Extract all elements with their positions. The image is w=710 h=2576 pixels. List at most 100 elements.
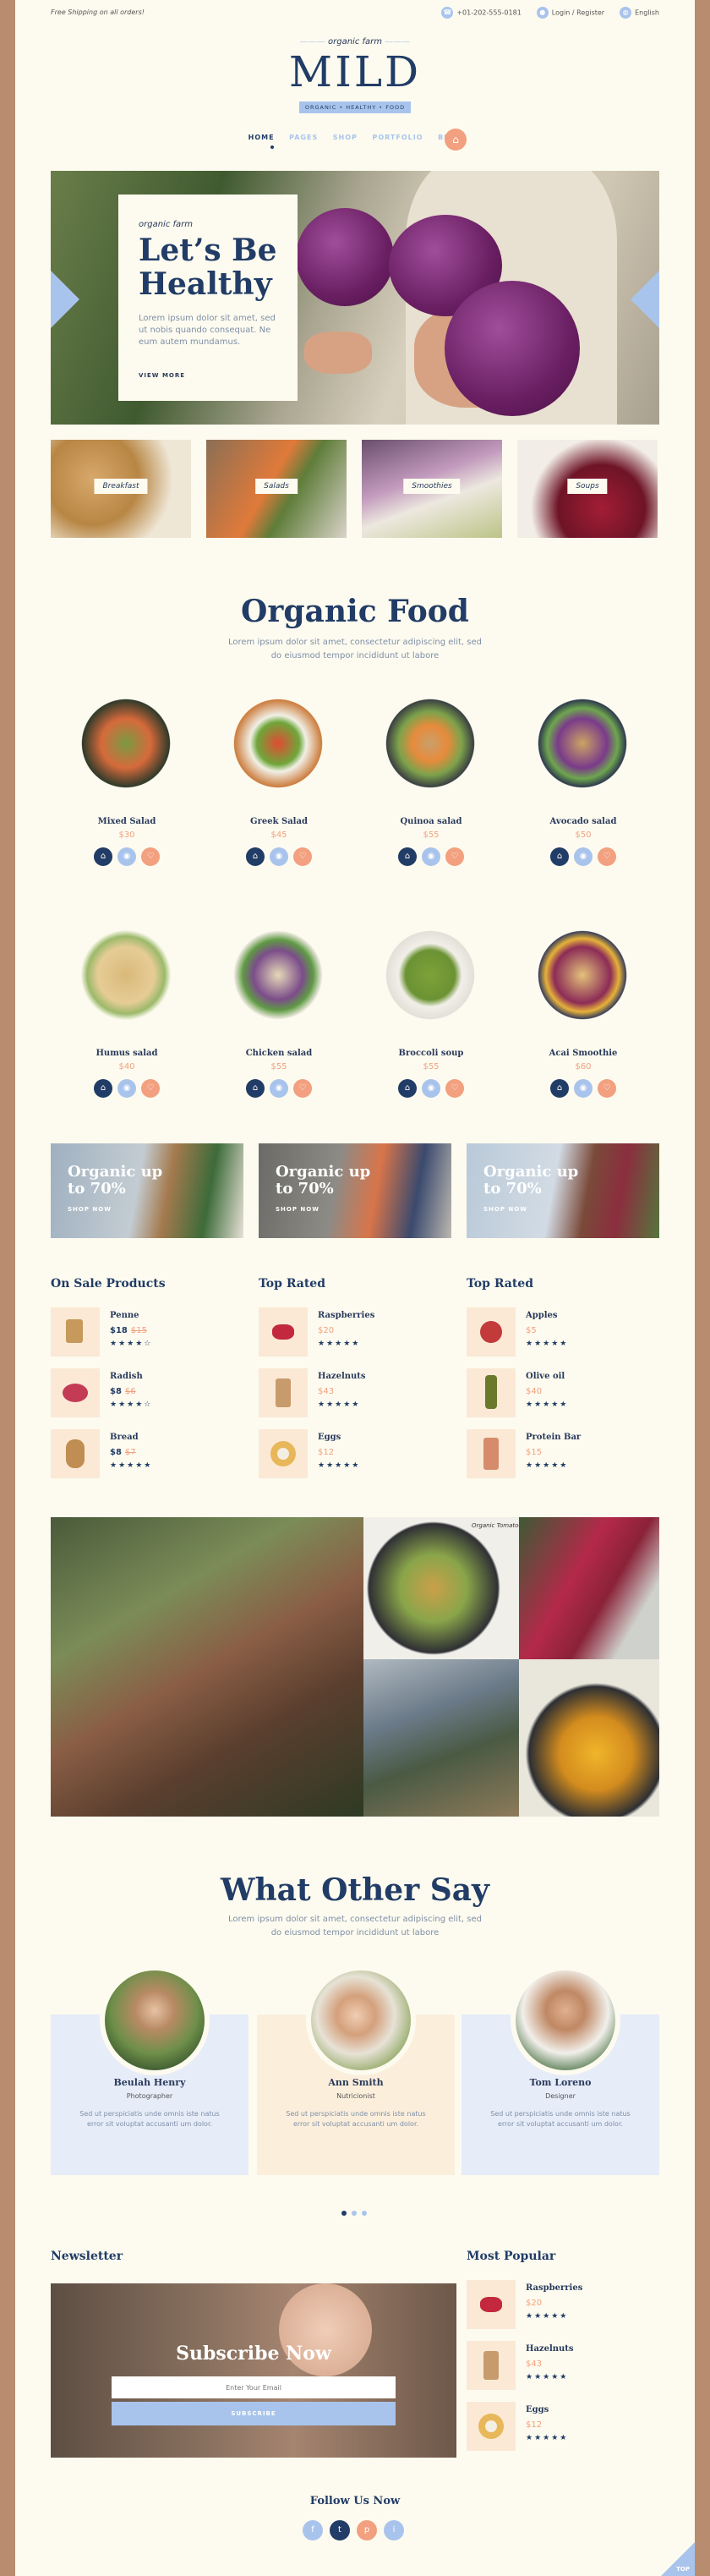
facebook-icon[interactable]: f bbox=[303, 2520, 323, 2540]
list-item[interactable]: Eggs $12 ★★★★★ bbox=[467, 2402, 653, 2454]
product-name: Mixed Salad bbox=[97, 817, 156, 826]
slider-prev-button[interactable] bbox=[51, 271, 79, 328]
wishlist-icon[interactable]: ♡ bbox=[293, 847, 312, 866]
gallery-image-bowl[interactable] bbox=[363, 1517, 519, 1659]
wishlist-icon[interactable]: ♡ bbox=[293, 1079, 312, 1098]
nav-item-pages[interactable]: PAGES bbox=[289, 134, 318, 141]
add-to-cart-icon[interactable]: ⌂ bbox=[94, 1079, 112, 1098]
language-label: English bbox=[635, 8, 659, 17]
nav-item-portfolio[interactable]: PORTFOLIO bbox=[372, 134, 423, 141]
add-to-cart-icon[interactable]: ⌂ bbox=[398, 1079, 417, 1098]
product-card[interactable]: Avocado salad $50 ⌂ ◉ ♡ bbox=[507, 693, 659, 866]
product-card[interactable]: Greek Salad $45 ⌂ ◉ ♡ bbox=[203, 693, 355, 866]
product-card[interactable]: Humus salad $40 ⌂ ◉ ♡ bbox=[51, 925, 203, 1098]
add-to-cart-icon[interactable]: ⌂ bbox=[398, 847, 417, 866]
hero-title-line1: Let’s Be bbox=[139, 233, 277, 268]
hero-card: organic farm Let’s Be Healthy Lorem ipsum… bbox=[118, 195, 298, 401]
hero-slider: organic farm Let’s Be Healthy Lorem ipsum… bbox=[51, 171, 659, 425]
add-to-cart-icon[interactable]: ⌂ bbox=[246, 1079, 265, 1098]
shop-now-button[interactable]: SHOP NOW bbox=[483, 1206, 527, 1213]
category-tile-salads[interactable]: Salads bbox=[206, 440, 347, 538]
add-to-cart-icon[interactable]: ⌂ bbox=[550, 847, 569, 866]
product-card[interactable]: Quinoa salad $55 ⌂ ◉ ♡ bbox=[355, 693, 507, 866]
list-item[interactable]: Protein Bar $15 ★★★★★ bbox=[467, 1429, 653, 1482]
item-rating: ★★★★★ bbox=[318, 1461, 361, 1470]
quick-view-icon[interactable]: ◉ bbox=[117, 1079, 136, 1098]
wishlist-icon[interactable]: ♡ bbox=[141, 847, 160, 866]
list-item[interactable]: Radish $8 $6 ★★★★☆ bbox=[51, 1368, 237, 1421]
product-thumb bbox=[467, 1429, 516, 1478]
twitter-icon[interactable]: t bbox=[330, 2520, 350, 2540]
logo[interactable]: MILD bbox=[15, 47, 695, 96]
cart-button[interactable]: ⌂ bbox=[445, 129, 467, 151]
wishlist-icon[interactable]: ♡ bbox=[445, 1079, 464, 1098]
list-item[interactable]: Hazelnuts $43 ★★★★★ bbox=[259, 1368, 445, 1421]
add-to-cart-icon[interactable]: ⌂ bbox=[94, 847, 112, 866]
product-name: Chicken salad bbox=[245, 1049, 313, 1058]
gallery-image-pasta[interactable] bbox=[519, 1659, 659, 1817]
product-card[interactable]: Chicken salad $55 ⌂ ◉ ♡ bbox=[203, 925, 355, 1098]
list-item[interactable]: Raspberries $20 ★★★★★ bbox=[259, 1307, 445, 1360]
add-to-cart-icon[interactable]: ⌂ bbox=[246, 847, 265, 866]
list-item[interactable]: Hazelnuts $43 ★★★★★ bbox=[467, 2341, 653, 2393]
view-more-button[interactable]: VIEW MORE bbox=[139, 372, 185, 379]
quick-view-icon[interactable]: ◉ bbox=[422, 1079, 440, 1098]
subscribe-button[interactable]: SUBSCRIBE bbox=[112, 2402, 396, 2425]
quick-view-icon[interactable]: ◉ bbox=[574, 847, 593, 866]
pagination-dot[interactable] bbox=[341, 2211, 347, 2216]
language-selector[interactable]: ◍ English bbox=[620, 7, 659, 19]
wishlist-icon[interactable]: ♡ bbox=[598, 1079, 616, 1098]
pagination-dot[interactable] bbox=[352, 2211, 357, 2216]
list-item[interactable]: Penne $18 $15 ★★★★☆ bbox=[51, 1307, 237, 1360]
wishlist-icon[interactable]: ♡ bbox=[598, 847, 616, 866]
hero-cabbage-3 bbox=[445, 281, 580, 416]
shop-now-button[interactable]: SHOP NOW bbox=[68, 1206, 112, 1213]
promo-title-line2: to 70% bbox=[68, 1180, 126, 1198]
category-tile-soups[interactable]: Soups bbox=[517, 440, 658, 538]
gallery-image-market[interactable] bbox=[363, 1659, 519, 1817]
add-to-cart-icon[interactable]: ⌂ bbox=[550, 1079, 569, 1098]
product-card[interactable]: Mixed Salad $30 ⌂ ◉ ♡ bbox=[51, 693, 203, 866]
product-card[interactable]: Acai Smoothie $60 ⌂ ◉ ♡ bbox=[507, 925, 659, 1098]
promo-banner[interactable]: Organic up to 70% SHOP NOW bbox=[467, 1143, 659, 1238]
promo-title: Organic up to 70% bbox=[276, 1164, 370, 1198]
nav-item-shop[interactable]: SHOP bbox=[333, 134, 358, 141]
promo-banner[interactable]: Organic up to 70% SHOP NOW bbox=[259, 1143, 451, 1238]
wishlist-icon[interactable]: ♡ bbox=[445, 847, 464, 866]
item-rating: ★★★★★ bbox=[526, 1340, 569, 1348]
gallery-image-market-stall[interactable] bbox=[519, 1517, 659, 1659]
instagram-icon[interactable]: i bbox=[384, 2520, 404, 2540]
phone-link[interactable]: ☎ +01-202-555-0181 bbox=[441, 7, 522, 19]
list-item[interactable]: Raspberries $20 ★★★★★ bbox=[467, 2280, 653, 2332]
list-item[interactable]: Eggs $12 ★★★★★ bbox=[259, 1429, 445, 1482]
on-sale-title: On Sale Products bbox=[51, 1277, 166, 1291]
nav-item-home[interactable]: HOME bbox=[248, 134, 275, 141]
pinterest-icon[interactable]: p bbox=[357, 2520, 377, 2540]
item-rating: ★★★★★ bbox=[110, 1461, 153, 1470]
promo-banner[interactable]: Organic up to 70% SHOP NOW bbox=[51, 1143, 243, 1238]
gallery-image-farmer[interactable] bbox=[51, 1517, 363, 1817]
shop-now-button[interactable]: SHOP NOW bbox=[276, 1206, 320, 1213]
product-card[interactable]: Broccoli soup $55 ⌂ ◉ ♡ bbox=[355, 925, 507, 1098]
quick-view-icon[interactable]: ◉ bbox=[117, 847, 136, 866]
item-name: Hazelnuts bbox=[526, 2344, 574, 2354]
list-item[interactable]: Apples $5 ★★★★★ bbox=[467, 1307, 653, 1360]
quick-view-icon[interactable]: ◉ bbox=[270, 1079, 288, 1098]
testimonial-name: Beulah Henry bbox=[113, 2077, 186, 2088]
email-input[interactable] bbox=[112, 2376, 396, 2398]
pagination-dot[interactable] bbox=[362, 2211, 367, 2216]
quick-view-icon[interactable]: ◉ bbox=[270, 847, 288, 866]
quick-view-icon[interactable]: ◉ bbox=[574, 1079, 593, 1098]
testimonials-subtitle-line1: Lorem ipsum dolor sit amet, consectetur … bbox=[228, 1915, 482, 1924]
top-bar: Free Shipping on all orders! ☎ +01-202-55… bbox=[51, 7, 659, 20]
organic-food-subtitle: Lorem ipsum dolor sit amet, consectetur … bbox=[15, 636, 695, 663]
quick-view-icon[interactable]: ◉ bbox=[422, 847, 440, 866]
list-item[interactable]: Bread $8 $7 ★★★★★ bbox=[51, 1429, 237, 1482]
category-tile-breakfast[interactable]: Breakfast bbox=[51, 440, 191, 538]
login-link[interactable]: ● Login / Register bbox=[536, 7, 604, 19]
category-label: Breakfast bbox=[94, 479, 148, 494]
list-item[interactable]: Olive oil $40 ★★★★★ bbox=[467, 1368, 653, 1421]
slider-next-button[interactable] bbox=[631, 271, 659, 328]
category-tile-smoothies[interactable]: Smoothies bbox=[362, 440, 502, 538]
wishlist-icon[interactable]: ♡ bbox=[141, 1079, 160, 1098]
